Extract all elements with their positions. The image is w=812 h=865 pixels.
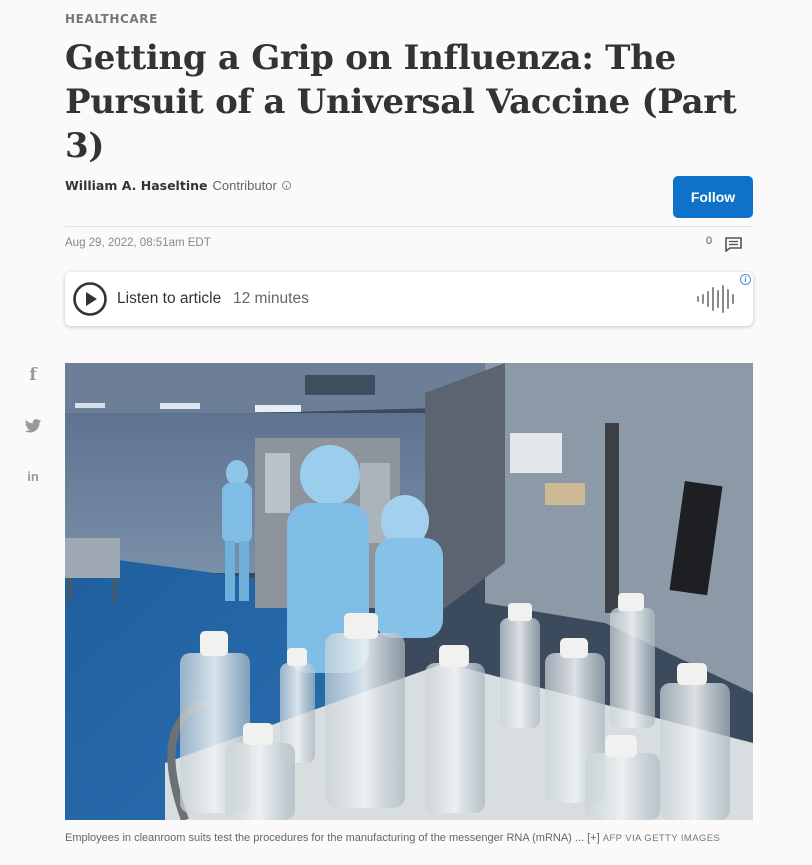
play-icon[interactable]	[72, 281, 108, 317]
linkedin-icon[interactable]: in	[24, 468, 42, 486]
comment-icon[interactable]	[725, 237, 742, 252]
facebook-icon[interactable]: f	[24, 366, 42, 384]
byline: William A. Haseltine Contributor	[65, 178, 291, 193]
info-icon[interactable]	[281, 181, 291, 190]
divider	[65, 226, 753, 227]
comment-count[interactable]: 0	[706, 235, 712, 247]
article-headline: Getting a Grip on Influenza: The Pursuit…	[65, 38, 737, 166]
image-caption: Employees in cleanroom suits test the pr…	[65, 828, 755, 849]
follow-button[interactable]: Follow	[673, 176, 753, 218]
hero-image	[65, 363, 753, 820]
audio-player[interactable]: Listen to article 12 minutes i	[65, 272, 753, 326]
image-credit: AFP VIA GETTY IMAGES	[602, 833, 721, 844]
waveform-icon	[697, 285, 734, 313]
author-name[interactable]: William A. Haseltine	[65, 178, 207, 193]
share-rail: f in	[24, 366, 44, 519]
caption-expand-button[interactable]: [+]	[587, 832, 600, 844]
twitter-icon[interactable]	[24, 417, 42, 435]
caption-text: Employees in cleanroom suits test the pr…	[65, 832, 585, 844]
cleanroom-photo	[65, 363, 753, 820]
listen-label[interactable]: Listen to article	[117, 290, 221, 308]
info-icon[interactable]: i	[740, 274, 751, 285]
publish-date: Aug 29, 2022, 08:51am EDT	[65, 237, 211, 249]
audio-duration: 12 minutes	[233, 290, 309, 307]
section-label[interactable]: HEALTHCARE	[65, 12, 158, 26]
author-role: Contributor	[212, 178, 277, 193]
